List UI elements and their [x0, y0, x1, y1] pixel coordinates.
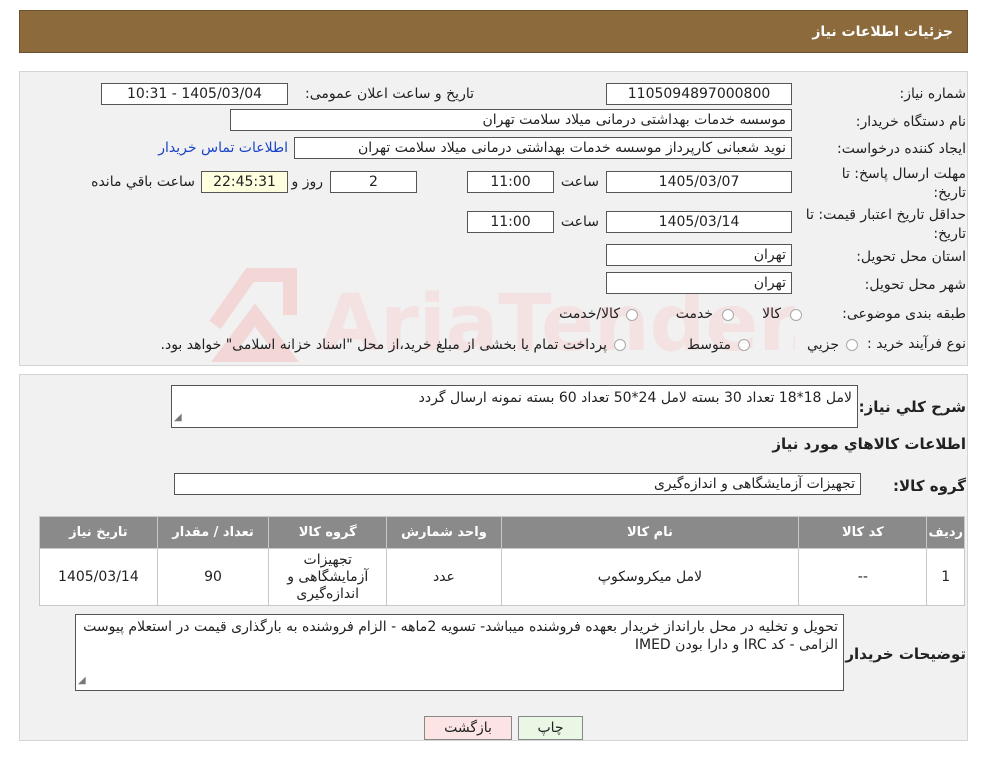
- back-button[interactable]: بازگشت: [424, 716, 512, 740]
- goods-table: رديف کد کالا نام کالا واحد شمارش گروه کا…: [39, 516, 965, 606]
- buyer-notes-label: توضیحات خریدار:: [839, 645, 966, 663]
- price-validity-label: حداقل تاریخ اعتبار قیمت: تا تاریخ:: [805, 207, 966, 242]
- buyer-org-label: نام دستگاه خریدار:: [855, 114, 966, 130]
- category-goods-service-radio[interactable]: [626, 309, 638, 321]
- process-minor-radio[interactable]: [846, 339, 858, 351]
- buyer-org-field: موسسه خدمات بهداشتی درمانی میلاد سلامت ت…: [230, 109, 792, 131]
- reply-days-field: 2: [330, 171, 417, 193]
- col-row-number: رديف: [926, 516, 965, 549]
- treasury-note-radio[interactable]: [614, 339, 626, 351]
- buyer-contact-link[interactable]: اطلاعات تماس خریدار: [158, 140, 288, 156]
- reply-deadline-date: 1405/03/07: [606, 171, 792, 193]
- buyer-notes-textarea[interactable]: تحویل و تخلیه در محل بارانداز خریدار بعه…: [75, 614, 844, 691]
- need-number-field: 1105094897000800: [606, 83, 792, 105]
- process-minor-label: جزیي: [807, 337, 839, 353]
- col-need-date: تاریخ نیاز: [39, 516, 158, 549]
- description-label: شرح کلي نياز:: [858, 398, 966, 416]
- requester-label: ایجاد کننده درخواست:: [837, 141, 966, 157]
- remaining-time-field: 22:45:31: [201, 171, 288, 193]
- delivery-province-field: تهران: [606, 244, 792, 266]
- price-validity-date: 1405/03/14: [606, 211, 792, 233]
- price-validity-time-label: ساعت: [560, 214, 599, 230]
- cell-item-code: --: [798, 548, 928, 606]
- description-textarea[interactable]: لامل 18*18 تعداد 30 بسته لامل 24*50 تعدا…: [171, 385, 858, 428]
- col-goods-group: گروه کالا: [268, 516, 388, 549]
- table-row: 1 -- لامل میکروسکوپ عدد تجهیزات آزمایشگا…: [39, 548, 965, 606]
- category-goods-label: کالا: [762, 306, 781, 322]
- price-validity-time: 11:00: [467, 211, 554, 233]
- category-service-label: خدمت: [675, 306, 713, 322]
- goods-group-field: تجهیزات آزمایشگاهی و اندازه‌گیری: [174, 473, 861, 495]
- cell-need-date: 1405/03/14: [39, 548, 158, 606]
- col-item-name: نام کالا: [500, 516, 800, 549]
- reply-deadline-label: مهلت ارسال پاسخ: تا تاریخ:: [841, 166, 966, 201]
- days-label: روز و: [291, 174, 324, 190]
- announce-datetime-field: 1405/03/04 - 10:31: [101, 83, 288, 105]
- category-goods-radio[interactable]: [790, 309, 802, 321]
- cell-row-number: 1: [926, 548, 965, 606]
- goods-group-label: گروه کالا:: [893, 477, 966, 495]
- col-unit: واحد شمارش: [386, 516, 502, 549]
- delivery-province-label: استان محل تحویل:: [856, 249, 966, 265]
- goods-section-title: اطلاعات کالاهاي مورد نياز: [772, 435, 966, 453]
- resize-grip-icon[interactable]: ◢: [78, 672, 86, 690]
- process-medium-radio[interactable]: [738, 339, 750, 351]
- resize-grip-icon[interactable]: ◢: [174, 409, 182, 427]
- print-button[interactable]: چاپ: [518, 716, 583, 740]
- remaining-time-label: ساعت باقي مانده: [91, 174, 195, 190]
- description-text: لامل 18*18 تعداد 30 بسته لامل 24*50 تعدا…: [418, 390, 852, 406]
- page-title: جزئیات اطلاعات نیاز: [812, 24, 953, 40]
- need-number-label: شماره نیاز:: [899, 86, 967, 102]
- announce-datetime-label: تاریخ و ساعت اعلان عمومی:: [305, 86, 474, 102]
- page-header: جزئیات اطلاعات نیاز: [19, 10, 968, 53]
- cell-goods-group: تجهیزات آزمایشگاهی و اندازه‌گیری: [268, 548, 388, 606]
- cell-unit: عدد: [386, 548, 502, 606]
- category-label: طبقه بندی موضوعی:: [842, 306, 966, 322]
- buyer-notes-text: تحویل و تخلیه در محل بارانداز خریدار بعه…: [83, 619, 838, 653]
- treasury-payment-note: پرداخت تمام یا بخشی از مبلغ خرید،از محل …: [160, 337, 607, 353]
- col-quantity: تعداد / مقدار: [156, 516, 270, 549]
- cell-item-name: لامل میکروسکوپ: [500, 548, 800, 606]
- category-service-radio[interactable]: [722, 309, 734, 321]
- delivery-city-label: شهر محل تحویل:: [864, 277, 966, 293]
- reply-deadline-time: 11:00: [467, 171, 554, 193]
- delivery-city-field: تهران: [606, 272, 792, 294]
- requester-field: نوید شعبانی کارپرداز موسسه خدمات بهداشتی…: [294, 137, 792, 159]
- process-medium-label: متوسط: [687, 337, 731, 353]
- reply-deadline-time-label: ساعت: [560, 174, 599, 190]
- col-item-code: کد کالا: [798, 516, 928, 549]
- category-goods-service-label: کالا/خدمت: [559, 306, 620, 322]
- process-type-label: نوع فرآیند خرید :: [867, 336, 966, 352]
- cell-quantity: 90: [156, 548, 270, 606]
- table-header-row: رديف کد کالا نام کالا واحد شمارش گروه کا…: [39, 516, 965, 549]
